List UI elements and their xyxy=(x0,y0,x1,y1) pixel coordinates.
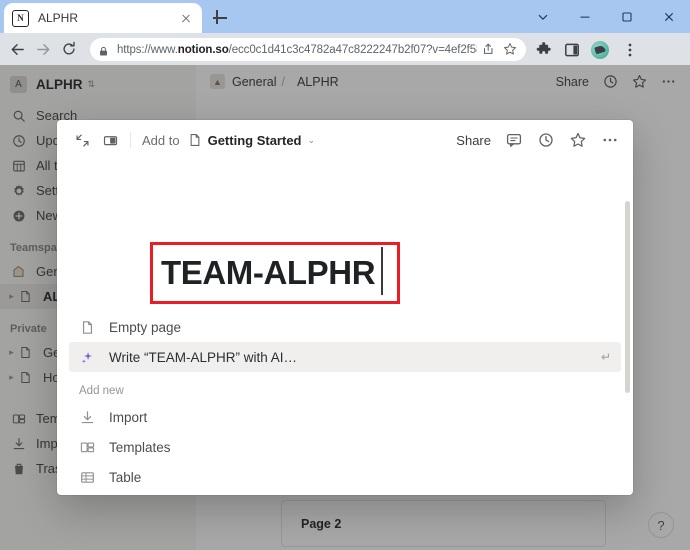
notion-favicon: N xyxy=(12,9,29,27)
browser-toolbar: https://www.notion.so/ecc0c1d41c3c4782a4… xyxy=(0,33,690,65)
empty-page-icon xyxy=(79,319,96,336)
tab-search-icon[interactable] xyxy=(522,0,564,33)
modal-body: TEAM-ALPHR Empty page Write “TEAM-ALPHR”… xyxy=(57,160,633,495)
new-tab-button[interactable] xyxy=(209,7,231,29)
forward-arrow-icon[interactable] xyxy=(34,40,52,58)
share-icon[interactable] xyxy=(481,42,496,57)
url-scheme: https://www. xyxy=(117,43,178,56)
chevron-down-icon[interactable]: ⌄ xyxy=(308,135,316,146)
expand-icon[interactable] xyxy=(73,131,91,149)
tab-close-icon[interactable] xyxy=(178,10,194,26)
option-label: Empty page xyxy=(109,319,182,335)
modal-scrollbar[interactable] xyxy=(625,201,630,393)
window-close-icon[interactable] xyxy=(648,0,690,33)
option-empty-page[interactable]: Empty page xyxy=(69,312,621,342)
browser-window: N ALPHR https://www.notion.so/ecc0c1d41c… xyxy=(0,0,690,550)
modal-options: Empty page Write “TEAM-ALPHR” with AI… ↵… xyxy=(57,312,633,495)
back-arrow-icon[interactable] xyxy=(8,40,26,58)
maximize-icon[interactable] xyxy=(606,0,648,33)
tab-strip: N ALPHR xyxy=(0,0,690,33)
option-write-with-ai[interactable]: Write “TEAM-ALPHR” with AI… ↵ xyxy=(69,342,621,372)
address-bar[interactable]: https://www.notion.so/ecc0c1d41c3c4782a4… xyxy=(90,38,526,61)
share-button[interactable]: Share xyxy=(456,133,491,148)
ai-sparkle-icon xyxy=(79,349,96,366)
comment-icon[interactable] xyxy=(505,131,523,149)
extensions-icon[interactable] xyxy=(534,40,554,60)
chrome-menu-icon[interactable] xyxy=(620,40,640,60)
enter-key-icon: ↵ xyxy=(600,350,611,364)
import-icon xyxy=(79,409,96,426)
more-icon[interactable] xyxy=(601,131,619,149)
table-icon xyxy=(79,469,96,486)
star-icon[interactable] xyxy=(569,131,587,149)
text-caret xyxy=(381,247,383,295)
add-new-table[interactable]: Table xyxy=(69,462,621,492)
page-icon xyxy=(188,133,203,148)
add-to-label: Add to xyxy=(142,132,180,148)
templates-icon xyxy=(79,439,96,456)
bookmark-star-icon[interactable] xyxy=(503,42,518,57)
add-new-label: Table xyxy=(109,469,142,485)
tab-title: ALPHR xyxy=(38,11,79,25)
add-new-label: Templates xyxy=(109,439,171,455)
clock-icon[interactable] xyxy=(537,131,555,149)
new-page-modal: Add to Getting Started ⌄ Share TEAM-ALPH… xyxy=(57,120,633,495)
browser-tab-alphr[interactable]: N ALPHR xyxy=(4,3,202,33)
modal-header-actions: Share xyxy=(456,131,619,149)
page-title-input[interactable]: TEAM-ALPHR xyxy=(161,252,376,294)
add-new-templates[interactable]: Templates xyxy=(69,432,621,462)
modal-header: Add to Getting Started ⌄ Share xyxy=(57,120,633,160)
add-new-label: Import xyxy=(109,409,148,425)
profile-avatar[interactable] xyxy=(590,40,610,60)
side-peek-icon[interactable] xyxy=(101,131,119,149)
window-controls xyxy=(522,0,690,33)
side-panel-icon[interactable] xyxy=(562,40,582,60)
url-domain: notion.so xyxy=(177,43,229,56)
minimize-icon[interactable] xyxy=(564,0,606,33)
header-divider xyxy=(130,132,131,148)
add-new-section-label: Add new xyxy=(79,385,124,397)
lock-icon xyxy=(98,44,110,56)
option-label: Write “TEAM-ALPHR” with AI… xyxy=(109,349,298,365)
reload-icon[interactable] xyxy=(60,40,78,58)
add-new-import[interactable]: Import xyxy=(69,402,621,432)
url-path: /ecc0c1d41c3c4782a47c8222247b2f07?v=4ef2… xyxy=(228,43,477,56)
add-new-board[interactable]: Board xyxy=(69,492,621,495)
add-to-target-page[interactable]: Getting Started xyxy=(208,133,302,148)
url-text: https://www.notion.so/ecc0c1d41c3c4782a4… xyxy=(117,44,477,56)
